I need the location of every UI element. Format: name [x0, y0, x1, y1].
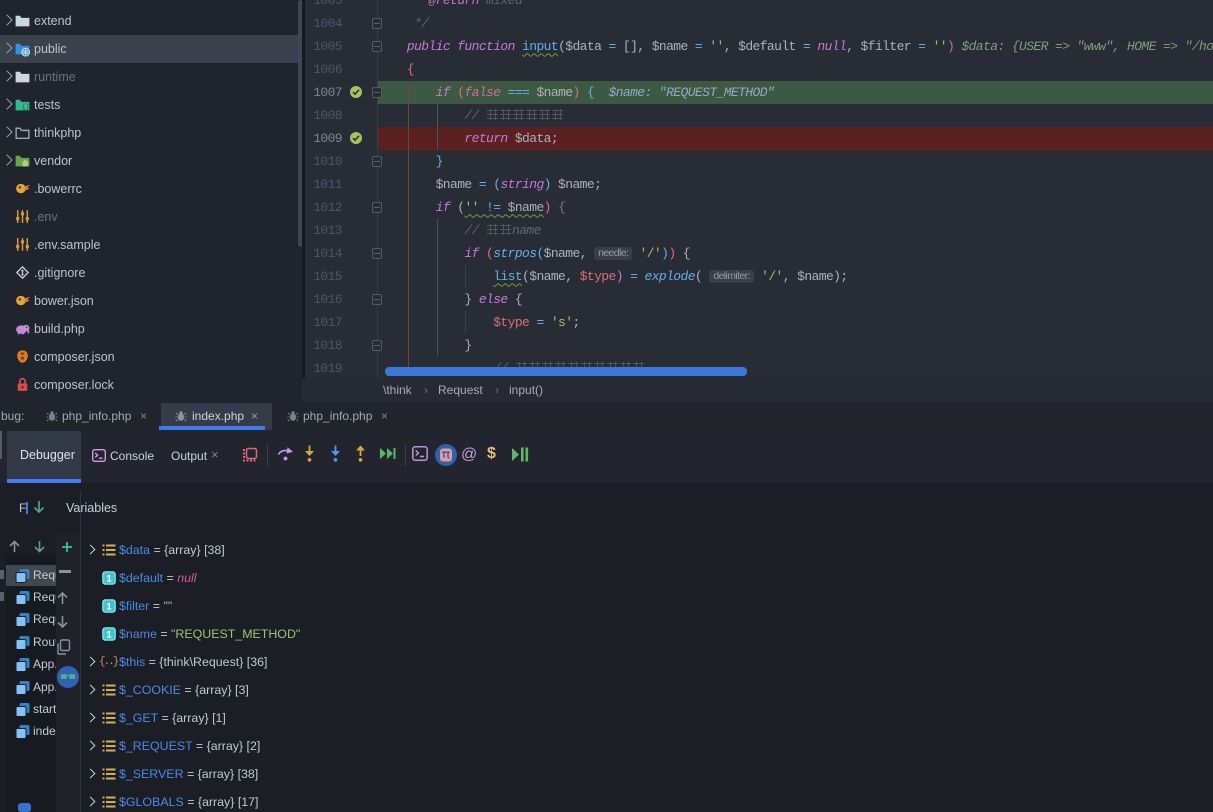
svg-text:1: 1: [106, 630, 112, 641]
svg-text:1: 1: [106, 602, 112, 613]
svg-text:1: 1: [106, 574, 112, 585]
